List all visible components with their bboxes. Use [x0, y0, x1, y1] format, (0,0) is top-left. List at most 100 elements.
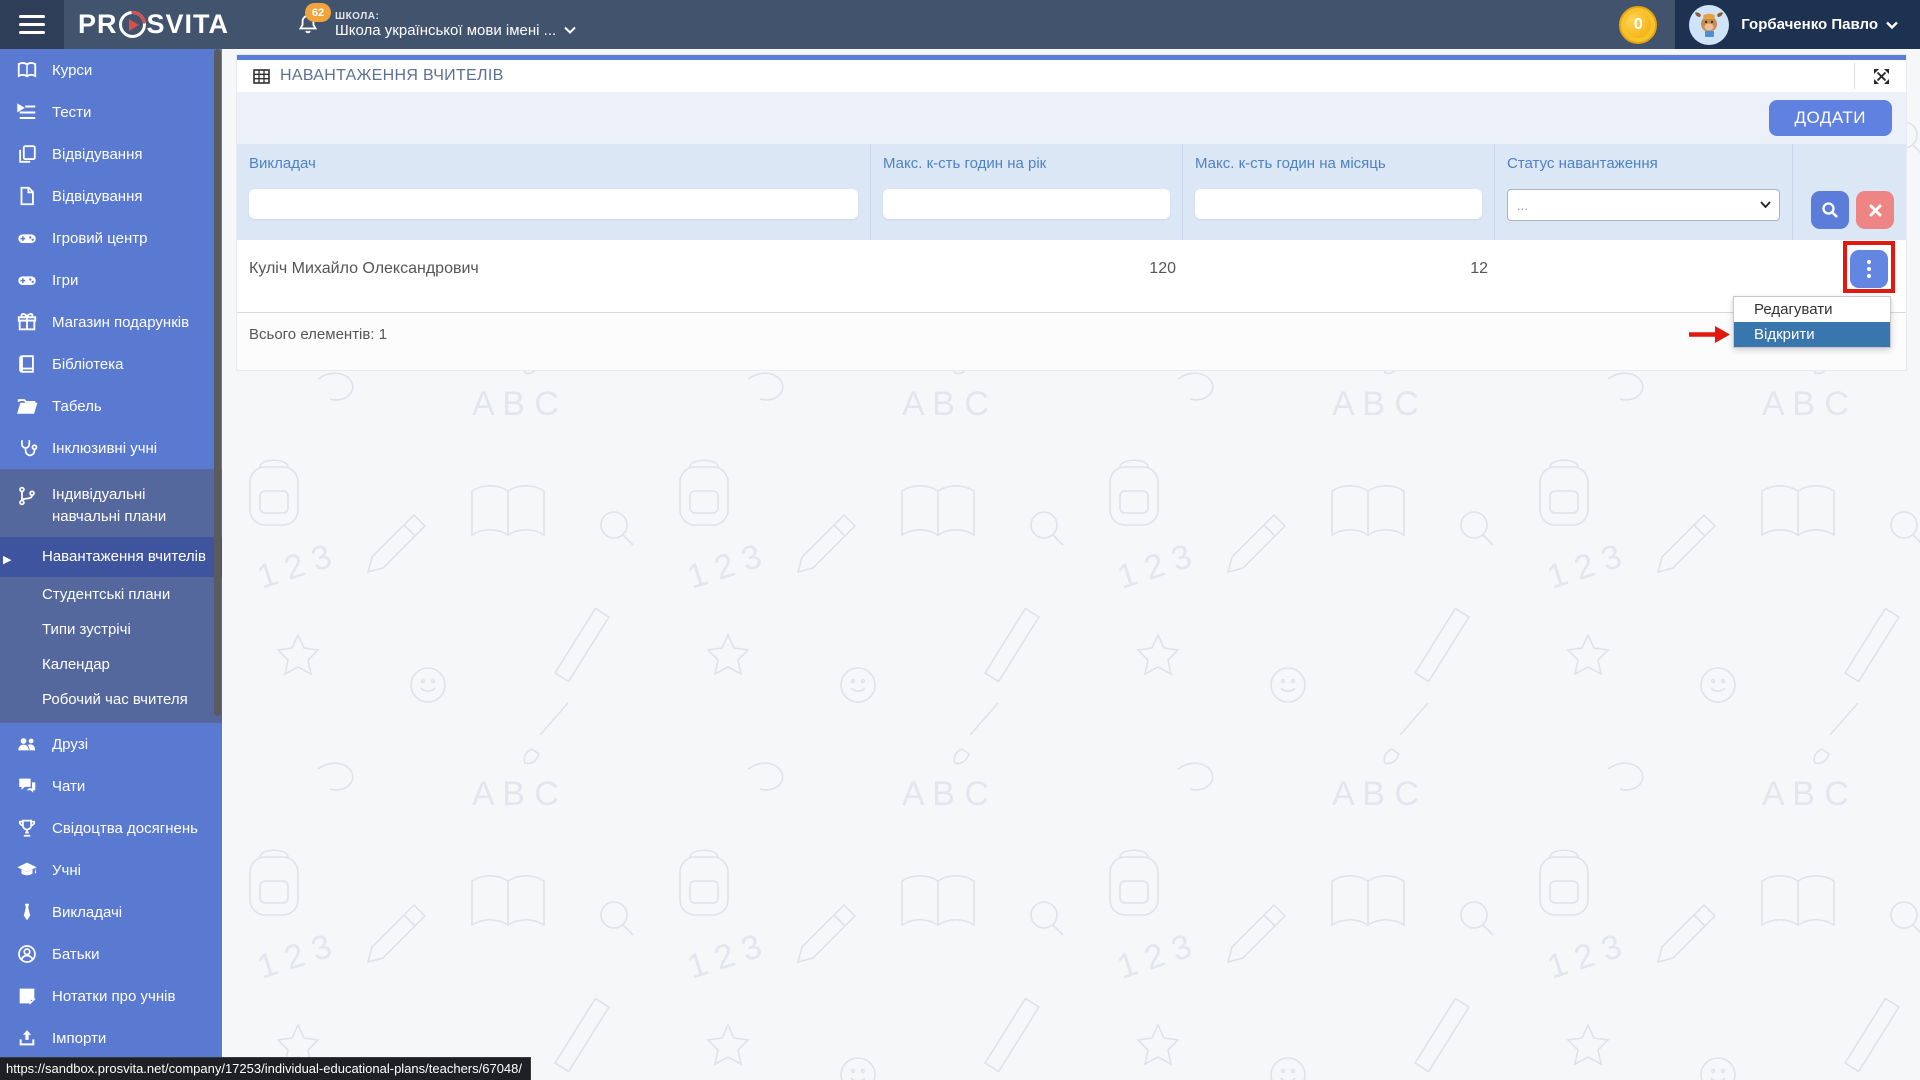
filter-cell-status: ...	[1494, 185, 1792, 240]
sidebar-item-табель[interactable]: Табель	[0, 385, 222, 427]
active-item-caret-icon: ▶	[3, 549, 11, 571]
folder-icon	[16, 395, 38, 417]
load-status-cell	[1494, 269, 1792, 283]
logo-play-icon	[119, 11, 146, 38]
row-context-menu: Редагувати Відкрити	[1733, 296, 1891, 348]
column-header-teacher: Викладач	[237, 144, 870, 185]
notifications-bell[interactable]: 62	[295, 0, 321, 49]
add-button[interactable]: ДОДАТИ	[1769, 100, 1893, 136]
sidebar-subitem-типи-зустрічі[interactable]: Типи зустрічі	[0, 612, 222, 647]
total-items-label: Всього елементів: 1	[249, 326, 387, 343]
user-menu[interactable]: Горбаченко Павло	[1675, 0, 1920, 49]
expand-arrows-icon	[1871, 66, 1892, 87]
column-header-actions	[1792, 144, 1906, 185]
column-header-hours-month: Макс. к-сть годин на місяць	[1182, 144, 1494, 185]
sidebar-item-друзі[interactable]: Друзі	[0, 723, 222, 765]
book-open-icon	[16, 59, 38, 81]
menu-toggle-button[interactable]	[0, 0, 64, 49]
teacher-filter-input[interactable]	[249, 189, 858, 219]
teacher-name-cell: Куліч Михайло Олександрович	[237, 260, 870, 292]
table-row[interactable]: Куліч Михайло Олександрович 120 12	[237, 240, 1906, 312]
sidebar-scrollbar[interactable]	[214, 49, 221, 716]
load-status-select[interactable]: ...	[1507, 189, 1780, 221]
menu-item-open[interactable]: Відкрити	[1734, 322, 1890, 347]
gift-icon	[16, 311, 38, 333]
chevron-down-icon	[564, 26, 576, 34]
sidebar-item-відвідування[interactable]: Відвідування	[0, 133, 222, 175]
column-header-load-status: Статус навантаження	[1494, 144, 1792, 185]
sidebar-subitem-календар[interactable]: Календар	[0, 647, 222, 682]
teachers-load-panel: НАВАНТАЖЕННЯ ВЧИТЕЛІВ ДОДАТИ Викладач Ма…	[237, 55, 1906, 370]
sidebar-item-викладачі[interactable]: Викладачі	[0, 891, 222, 933]
sidebar-item-імпорти[interactable]: Імпорти	[0, 1017, 222, 1059]
close-icon	[1869, 204, 1882, 217]
trophy-icon	[16, 817, 38, 839]
list-icon	[16, 101, 38, 123]
top-bar: PR SVITA 62 ШКОЛА: Школа української мов…	[0, 0, 1920, 49]
sidebar-item-нотатки-про-учнів[interactable]: Нотатки про учнів	[0, 975, 222, 1017]
filter-cell-hours-month	[1182, 185, 1494, 240]
table-icon	[253, 68, 270, 85]
branch-icon	[16, 485, 38, 507]
sidebar-subitem-робочий-час-вчителя[interactable]: Робочий час вчителя	[0, 682, 222, 717]
school-selector[interactable]: ШКОЛА: Школа української мови імені ...	[335, 0, 576, 49]
search-button[interactable]	[1811, 191, 1849, 229]
upload-icon	[16, 1027, 38, 1049]
sidebar-item-чати[interactable]: Чати	[0, 765, 222, 807]
search-icon	[1821, 201, 1839, 219]
sidebar-subitem-навантаження-вчителів[interactable]: ▶Навантаження вчителів	[0, 537, 222, 577]
selected-status-value: ...	[1517, 198, 1528, 213]
sidebar-subitem-студентські-плани[interactable]: Студентські плани	[0, 577, 222, 612]
sidebar-item-бібліотека[interactable]: Бібліотека	[0, 343, 222, 385]
column-header-hours-year: Макс. к-сть годин на рік	[870, 144, 1182, 185]
sidebar-item-тести[interactable]: Тести	[0, 91, 222, 133]
page-title: НАВАНТАЖЕННЯ ВЧИТЕЛІВ	[280, 67, 504, 85]
sidebar-group-individual-plans: Індивідуальні навчальні плани▶Навантажен…	[0, 469, 222, 723]
sidebar-item-ігровий-центр[interactable]: Ігровий центр	[0, 217, 222, 259]
status-bar-url: https://sandbox.prosvita.net/company/172…	[0, 1057, 531, 1080]
panel-toolbar: ДОДАТИ	[237, 92, 1906, 144]
user-circle-icon	[16, 943, 38, 965]
hours-year-cell: 120	[870, 260, 1182, 292]
sidebar-item-магазин-подарунків[interactable]: Магазин подарунків	[0, 301, 222, 343]
gamepad-icon	[16, 227, 38, 249]
tie-icon	[16, 901, 38, 923]
logo-text-left: PR	[78, 9, 118, 40]
sidebar-item-10[interactable]: Індивідуальні навчальні плани	[0, 475, 222, 537]
filter-cell-actions	[1792, 185, 1906, 240]
sidebar-item-інклюзивні-учні[interactable]: Інклюзивні учні	[0, 427, 222, 469]
school-label: ШКОЛА:	[335, 11, 576, 22]
sidebar-item-курси[interactable]: Курси	[0, 49, 222, 91]
hours-month-filter-input[interactable]	[1195, 189, 1482, 219]
school-name: Школа української мови імені ...	[335, 22, 556, 39]
book-icon	[16, 353, 38, 375]
stethoscope-icon	[16, 437, 38, 459]
sidebar-item-батьки[interactable]: Батьки	[0, 933, 222, 975]
table-filter-header: Викладач Макс. к-сть годин на рік Макс. …	[237, 144, 1906, 240]
sidebar-item-відвідування[interactable]: Відвідування	[0, 175, 222, 217]
notifications-count-badge: 62	[305, 3, 331, 22]
hours-month-cell: 12	[1182, 260, 1494, 292]
panel-header: НАВАНТАЖЕННЯ ВЧИТЕЛІВ	[237, 60, 1906, 92]
sidebar-item-свідоцтва-досягнень[interactable]: Свідоцтва досягнень	[0, 807, 222, 849]
actions-cell	[1792, 250, 1906, 302]
clear-filters-button[interactable]	[1856, 191, 1894, 229]
sidebar-item-учні[interactable]: Учні	[0, 849, 222, 891]
menu-item-edit[interactable]: Редагувати	[1734, 297, 1890, 322]
gamepad-icon	[16, 269, 38, 291]
chevron-down-icon	[1760, 201, 1771, 208]
expand-panel-button[interactable]	[1871, 66, 1892, 87]
sidebar-item-ігри[interactable]: Ігри	[0, 259, 222, 301]
row-actions-button[interactable]	[1850, 250, 1888, 288]
copy-icon	[16, 143, 38, 165]
hours-year-filter-input[interactable]	[883, 189, 1170, 219]
logo-text-right: SVITA	[147, 9, 230, 40]
main-content: 1 2 3 A B C НАВАНТАЖЕННЯ ВЧИТЕЛІВ ДОДАТИ	[222, 49, 1920, 1080]
table-footer: Всього елементів: 1	[237, 312, 1906, 370]
filter-cell-teacher	[237, 185, 870, 240]
avatar	[1689, 5, 1729, 45]
app-logo[interactable]: PR SVITA	[64, 0, 255, 49]
chat-icon	[16, 775, 38, 797]
coins-badge[interactable]: 0	[1619, 6, 1657, 44]
grad-cap-icon	[16, 859, 38, 881]
